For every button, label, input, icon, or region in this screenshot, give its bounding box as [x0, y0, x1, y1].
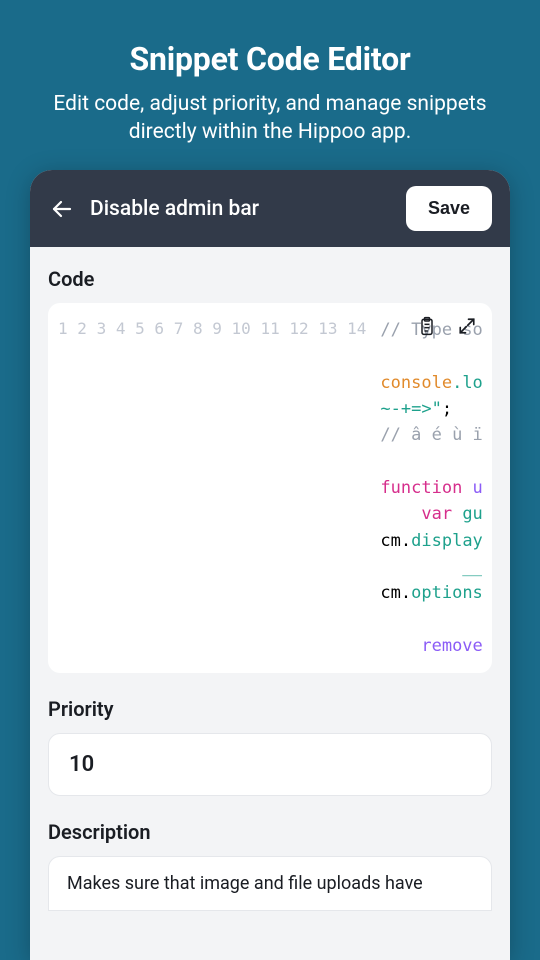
- priority-field[interactable]: 10: [48, 733, 492, 796]
- description-value: Makes sure that image and file uploads h…: [67, 873, 423, 894]
- code-actions: [416, 315, 478, 337]
- clipboard-icon[interactable]: [416, 315, 438, 337]
- hero: Snippet Code Editor Edit code, adjust pr…: [0, 0, 540, 175]
- line-number-gutter: 1 2 3 4 5 6 7 8 9 10 11 12 13 14: [58, 317, 380, 659]
- hero-subtitle: Edit code, adjust priority, and manage s…: [30, 90, 510, 147]
- hero-title: Snippet Code Editor: [30, 40, 510, 78]
- page-title: Disable admin bar: [90, 197, 392, 221]
- arrow-left-icon: [50, 197, 74, 221]
- back-button[interactable]: [48, 195, 76, 223]
- code-editor[interactable]: 1 2 3 4 5 6 7 8 9 10 11 12 13 14 // Type…: [48, 303, 492, 673]
- code-content: // Type some code -> console.log "oO08 i…: [380, 317, 482, 659]
- priority-value: 10: [69, 752, 471, 777]
- description-section-label: Description: [48, 820, 492, 844]
- app-card: Disable admin bar Save Code 1 2 3 4 5 6 …: [30, 170, 510, 960]
- description-field[interactable]: Makes sure that image and file uploads h…: [48, 856, 492, 911]
- save-button[interactable]: Save: [406, 186, 492, 231]
- code-section-label: Code: [48, 267, 492, 291]
- content: Code 1 2 3 4 5 6 7 8 9 10 11 12 13 14 //…: [30, 247, 510, 911]
- priority-section-label: Priority: [48, 697, 492, 721]
- expand-icon[interactable]: [456, 315, 478, 337]
- app-bar: Disable admin bar Save: [30, 170, 510, 247]
